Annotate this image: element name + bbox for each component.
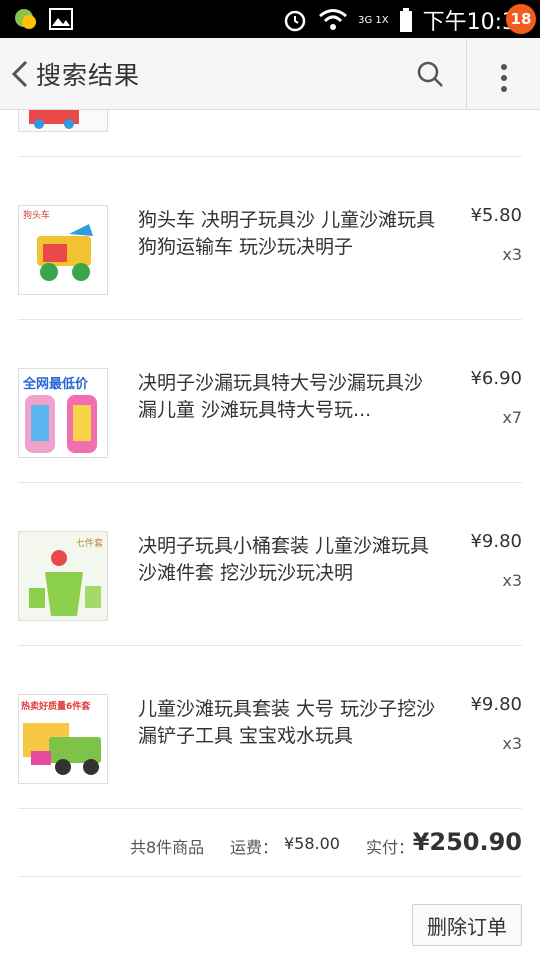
shipping-fee: ¥58.00 xyxy=(284,834,340,853)
product-price: ¥5.80 xyxy=(470,205,522,226)
product-quantity: x3 xyxy=(502,734,522,753)
product-price: ¥9.80 xyxy=(470,531,522,552)
alarm-icon xyxy=(284,10,306,32)
product-price: ¥9.80 xyxy=(470,694,522,715)
status-bar: 3G 1X 下午10:33 xyxy=(0,0,540,38)
shipping-label: 运费： xyxy=(230,838,279,857)
product-title: 狗头车 决明子玩具沙 儿童沙滩玩具 狗狗运输车 玩沙玩决明子 xyxy=(138,209,436,258)
thumb-label: 七件套 xyxy=(75,539,103,549)
image-notification-icon xyxy=(49,8,73,30)
more-dot-icon xyxy=(501,64,507,70)
delete-order-button[interactable]: 删除订单 xyxy=(412,904,522,946)
product-thumbnail: 七件套 xyxy=(18,531,108,621)
product-title: 儿童沙滩玩具套装 大号 玩沙子挖沙漏铲子工具 宝宝戏水玩具 xyxy=(138,698,436,747)
paid-amount: ¥250.90 xyxy=(412,828,522,856)
app-header: 搜索结果 xyxy=(0,38,540,110)
thumb-label: 热卖好质量6件套 xyxy=(21,702,91,712)
paid-label: 实付： xyxy=(366,838,415,857)
more-dot-icon xyxy=(501,75,507,81)
product-thumbnail: 狗头车 xyxy=(18,205,108,295)
thumb-label: 狗头车 xyxy=(23,211,51,221)
product-title: 决明子玩具小桶套装 儿童沙滩玩具 沙滩件套 挖沙玩沙玩决明 xyxy=(138,535,430,584)
row-divider xyxy=(18,876,522,877)
network-type: 3G 1X xyxy=(358,14,389,26)
more-dot-icon xyxy=(501,86,507,92)
wifi-icon xyxy=(319,9,348,30)
page-title: 搜索结果 xyxy=(36,61,141,90)
search-icon[interactable] xyxy=(414,58,446,90)
more-menu-button[interactable] xyxy=(490,56,518,96)
product-quantity: x3 xyxy=(502,245,522,264)
notification-badge: 18 xyxy=(506,4,536,34)
product-quantity: x3 xyxy=(502,571,522,590)
item-count: 共8件商品 xyxy=(130,838,205,857)
product-thumbnail: 热卖好质量6件套 xyxy=(18,694,108,784)
list-item[interactable]: 狗头车 狗头车 决明子玩具沙 儿童沙滩玩具 狗狗运输车 玩沙玩决明子 ¥5.80… xyxy=(0,157,540,320)
list-item[interactable]: 全网最低价 决明子沙漏玩具特大号沙漏玩具沙漏儿童 沙滩玩具特大号玩... ¥6.… xyxy=(0,320,540,483)
product-thumbnail: 全网最低价 xyxy=(18,368,108,458)
back-arrow-icon[interactable] xyxy=(8,56,32,92)
battery-icon xyxy=(399,8,412,32)
order-summary: 共8件商品 运费： ¥58.00 实付： ¥250.90 xyxy=(0,822,540,870)
product-quantity: x7 xyxy=(502,408,522,427)
row-divider xyxy=(18,808,522,809)
app-notification-icon xyxy=(15,9,36,29)
product-title: 决明子沙漏玩具特大号沙漏玩具沙漏儿童 沙滩玩具特大号玩... xyxy=(138,372,424,421)
list-item[interactable]: 七件套 决明子玩具小桶套装 儿童沙滩玩具 沙滩件套 挖沙玩沙玩决明 ¥9.80 … xyxy=(0,483,540,646)
product-price: ¥6.90 xyxy=(470,368,522,389)
header-divider xyxy=(466,38,467,110)
product-thumbnail-partial[interactable] xyxy=(18,110,108,132)
list-item[interactable]: 热卖好质量6件套 儿童沙滩玩具套装 大号 玩沙子挖沙漏铲子工具 宝宝戏水玩具 ¥… xyxy=(0,646,540,809)
thumb-label: 全网最低价 xyxy=(23,377,89,392)
